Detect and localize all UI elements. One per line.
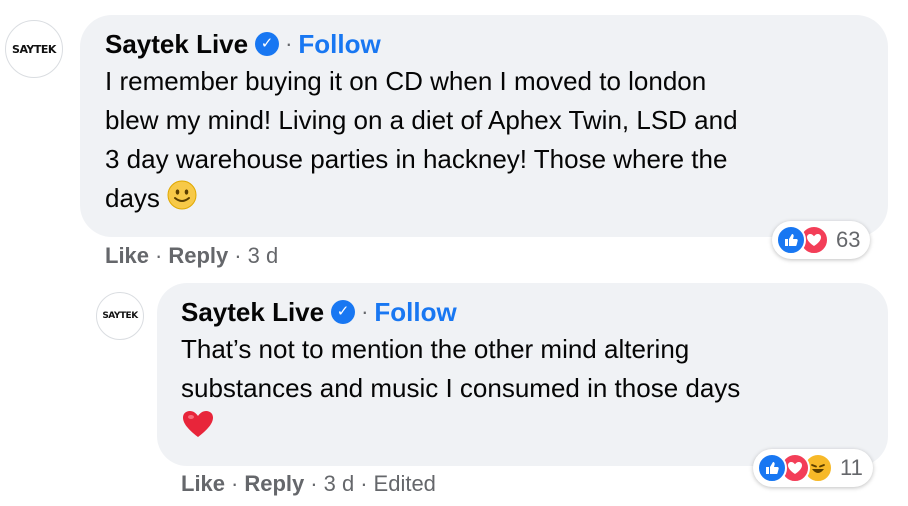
reaction-count: 63 [836,227,861,252]
comment-text: That’s not to mention the other mind alt… [181,330,864,450]
comment-bubble: Saytek Live ✓ · Follow That’s not to men… [157,283,888,466]
red-heart-emoji-icon [181,409,215,450]
comment-header: Saytek Live ✓ · Follow [105,28,864,60]
reactions-summary[interactable]: 11 [753,449,873,487]
follow-button[interactable]: Follow [374,296,456,328]
comment-header: Saytek Live ✓ · Follow [181,296,864,328]
like-button[interactable]: Like [105,243,149,269]
comment-text-line: blew my mind! Living on a diet of Aphex … [105,105,738,135]
author-name[interactable]: Saytek Live [181,296,324,328]
verified-badge-icon: ✓ [255,32,280,56]
reply-button[interactable]: Reply [244,471,304,497]
separator: · [361,299,369,324]
comment-text-line: 3 day warehouse parties in hackney! Thos… [105,144,728,174]
comment-actions: Like · Reply · 3 d [105,243,278,269]
separator: · [360,471,368,496]
separator: · [155,243,163,268]
reply-button[interactable]: Reply [168,243,228,269]
timestamp[interactable]: 3 d [248,243,279,269]
separator: · [234,243,242,268]
comment-bubble: Saytek Live ✓ · Follow I remember buying… [80,15,888,237]
separator: · [231,471,239,496]
comment-actions: Like · Reply · 3 d · Edited [181,471,436,497]
smiley-emoji-icon [167,180,197,221]
avatar[interactable]: SAYTEK [96,292,144,340]
author-name[interactable]: Saytek Live [105,28,248,60]
reactions-summary[interactable]: 63 [772,221,871,259]
avatar[interactable]: SAYTEK [5,20,63,78]
like-reaction-icon [776,225,806,255]
like-reaction-icon [757,453,787,483]
comment-text-line: That’s not to mention the other mind alt… [181,334,690,364]
separator: · [310,471,318,496]
comment-text: I remember buying it on CD when I moved … [105,62,864,221]
verified-badge-icon: ✓ [331,300,356,324]
comment-text-line-emoji [181,408,864,450]
reaction-count: 11 [840,455,863,480]
comment-text-line: I remember buying it on CD when I moved … [105,66,707,96]
separator: · [285,31,293,56]
timestamp[interactable]: 3 d [324,471,355,497]
comment-text-line: substances and music I consumed in those… [181,373,741,403]
like-button[interactable]: Like [181,471,225,497]
comment-text-line-last: days [105,179,864,221]
follow-button[interactable]: Follow [298,28,380,60]
edited-label[interactable]: Edited [374,471,436,497]
comment-text-line: days [105,183,160,213]
